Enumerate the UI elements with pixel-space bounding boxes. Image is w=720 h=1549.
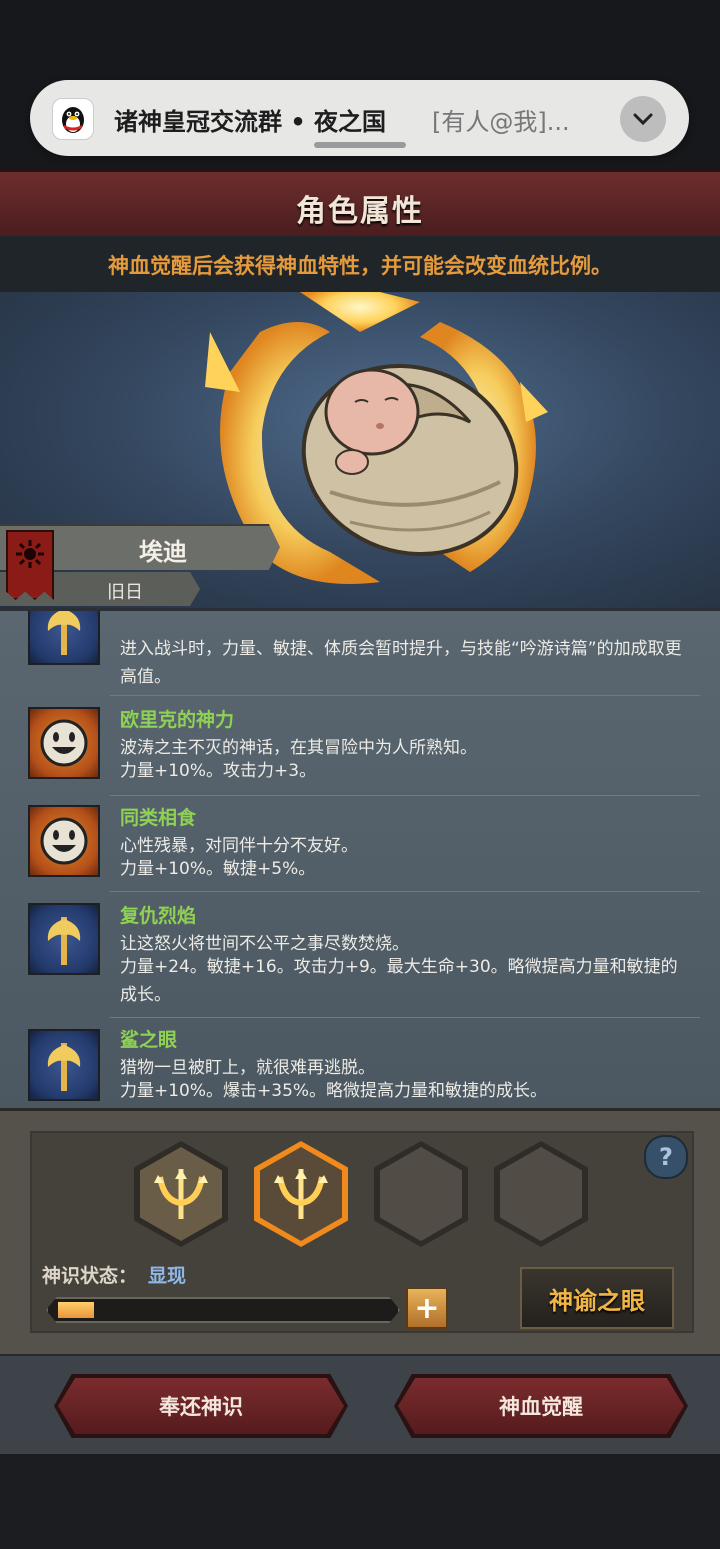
faction-flag-icon [6, 530, 54, 600]
character-name: 埃迪 [139, 538, 187, 566]
divine-panel: ? 神识状态： 显现 + 神谕之眼 [0, 1108, 720, 1357]
return-divine-sense-button[interactable]: 奉还神识 [58, 1378, 344, 1434]
trait-stat: 进入战斗时，力量、敏捷、体质会暂时提升，与技能“吟游诗篇”的加成取更高值。 [120, 639, 682, 687]
state-value: 显现 [148, 1265, 187, 1287]
subtitle-band: 神血觉醒后会获得神血特性，并可能会改变血统比例。 [0, 236, 720, 292]
divider [110, 695, 700, 696]
title-band: 角色属性 [0, 170, 720, 238]
trident-emblem-icon [274, 1169, 328, 1219]
bottom-background [0, 1454, 720, 1549]
trait-name: 鲨之眼 [120, 1029, 178, 1051]
divider [110, 891, 700, 892]
trait-desc: 让这怒火将世间不公平之事尽数焚烧。 [120, 934, 409, 954]
state-label: 神识状态： [42, 1265, 138, 1287]
trait-desc: 心性残暴，对同伴十分不友好。 [120, 836, 358, 856]
page-subtitle: 神血觉醒后会获得神血特性，并可能会改变血统比例。 [108, 254, 612, 278]
action-bar: 奉还神识 神血觉醒 [0, 1354, 720, 1456]
progress-bar [46, 1297, 400, 1323]
trait-desc: 猎物一旦被盯上，就很难再逃脱。 [120, 1058, 375, 1078]
divine-inner-panel: ? 神识状态： 显现 + 神谕之眼 [30, 1131, 694, 1333]
chevron-down-icon[interactable] [620, 96, 666, 142]
divine-slot-3-empty[interactable] [374, 1141, 468, 1247]
help-icon[interactable]: ? [644, 1135, 688, 1179]
trait-name: 复仇烈焰 [120, 905, 197, 927]
trait-desc: 波涛之主不灭的神话，在其冒险中为人所熟知。 [120, 738, 477, 758]
notification-banner[interactable]: 诸神皇冠交流群 • 夜之国 [有人@我]... [30, 80, 689, 156]
drag-handle[interactable] [314, 142, 406, 148]
page-title: 角色属性 [296, 194, 424, 229]
oracle-eye-button[interactable]: 神谕之眼 [520, 1267, 674, 1329]
divine-blood-awaken-button[interactable]: 神血觉醒 [398, 1378, 684, 1434]
face-icon [28, 707, 100, 779]
progress-fill [58, 1302, 94, 1318]
divider [110, 1017, 700, 1018]
trait-stat: 力量+10%。爆击+35%。略微提高力量和敏捷的成长。 [120, 1081, 548, 1101]
divider [110, 795, 700, 796]
trait-stat: 力量+10%。攻击力+3。 [120, 761, 317, 781]
divine-slot-4-empty[interactable] [494, 1141, 588, 1247]
axe-icon [28, 903, 100, 975]
qq-penguin-icon [52, 98, 94, 140]
trait-list[interactable]: 进入战斗时，力量、敏捷、体质会暂时提升，与技能“吟游诗篇”的加成取更高值。 欧里… [0, 608, 720, 1111]
trait-stat: 力量+24。敏捷+16。攻击力+9。最大生命+30。略微提高力量和敏捷的成长。 [120, 957, 678, 1005]
trait-name: 同类相食 [120, 807, 197, 829]
notification-title: 诸神皇冠交流群 • 夜之国 [114, 108, 387, 136]
trait-name: 欧里克的神力 [120, 709, 235, 731]
trait-stat: 力量+10%。敏捷+5%。 [120, 859, 316, 879]
face-icon [28, 805, 100, 877]
axe-icon [28, 1029, 100, 1101]
add-button[interactable]: + [406, 1287, 448, 1329]
divine-slot-2-selected[interactable] [254, 1141, 348, 1247]
character-tag: 旧日 [107, 582, 143, 603]
divine-slot-1[interactable] [134, 1141, 228, 1247]
axe-icon [28, 611, 100, 665]
notification-message: [有人@我]... [432, 108, 570, 136]
trident-emblem-icon [154, 1169, 208, 1219]
